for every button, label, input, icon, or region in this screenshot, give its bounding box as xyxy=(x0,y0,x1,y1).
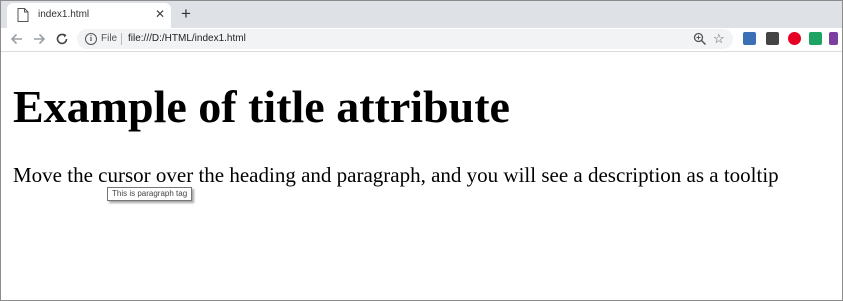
tab-index1[interactable]: index1.html ✕ xyxy=(7,3,171,28)
tooltip: This is paragraph tag xyxy=(107,187,193,201)
info-icon[interactable]: i xyxy=(85,33,97,45)
address-bar[interactable]: i File file:///D:/HTML/index1.html ☆ xyxy=(77,29,733,49)
page-paragraph: Move the cursor over the heading and par… xyxy=(13,163,779,187)
back-arrow-icon[interactable] xyxy=(9,31,25,47)
new-tab-button[interactable]: + xyxy=(181,4,191,24)
toolbar: i File file:///D:/HTML/index1.html ☆ xyxy=(1,28,842,52)
reload-icon[interactable] xyxy=(54,31,70,47)
document-icon xyxy=(17,8,29,22)
forward-arrow-icon[interactable] xyxy=(31,31,47,47)
browser-window: index1.html ✕ + i File file:///D:/HTML/i… xyxy=(0,0,843,301)
scheme-label: File xyxy=(101,33,118,44)
ext-multicolor-icon[interactable] xyxy=(829,32,838,45)
bookmark-star-icon[interactable]: ☆ xyxy=(713,31,725,47)
ext-blue-icon[interactable] xyxy=(743,32,756,45)
page-content: Example of title attribute Move the curs… xyxy=(1,52,842,300)
page-heading: Example of title attribute xyxy=(13,81,510,132)
url-text[interactable]: file:///D:/HTML/index1.html xyxy=(128,33,246,44)
close-tab-icon[interactable]: ✕ xyxy=(155,7,165,21)
ext-green-icon[interactable] xyxy=(809,32,822,45)
tab-title: index1.html xyxy=(38,9,90,20)
ext-m-icon[interactable] xyxy=(766,32,779,45)
tab-strip: index1.html ✕ + xyxy=(1,1,842,28)
zoom-icon[interactable] xyxy=(693,32,707,46)
pinterest-icon[interactable] xyxy=(788,32,801,45)
address-divider xyxy=(121,33,122,45)
